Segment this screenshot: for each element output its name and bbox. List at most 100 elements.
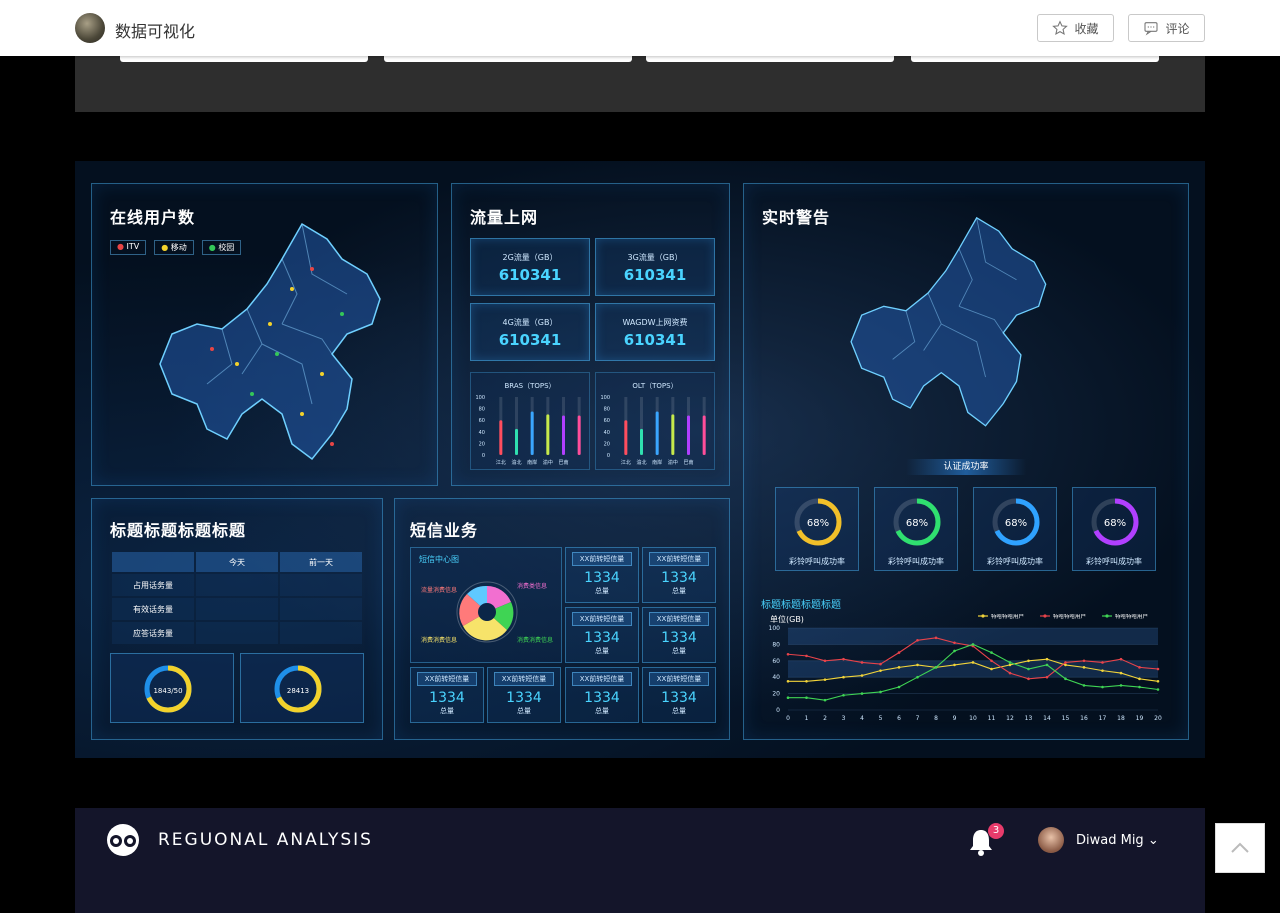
donut-card: 28413: [240, 653, 364, 723]
line-xtick: 9: [953, 715, 957, 722]
bras-chart: BRAS（TOPS） 100 80 60 40 20 0 江北 渝北 南岸 渝中 巴南: [470, 372, 590, 470]
donut-card: 1843/50: [110, 653, 234, 723]
alerts-panel: 实时警告 认证成功率 68% 彩铃呼叫成功率 68% 彩铃呼叫成功率 68% 彩…: [743, 183, 1189, 740]
table-cell: [196, 574, 278, 596]
preview-card: [646, 56, 894, 62]
star-icon: [1052, 20, 1069, 35]
favorite-label: 收藏: [1074, 21, 1099, 36]
bar-xtick: 江北: [621, 459, 631, 466]
preview-card: [911, 56, 1159, 62]
series-point: [805, 654, 808, 658]
bar-ytick: 60: [604, 418, 610, 424]
sms-stat-card: XX前转短信量 1334 总量: [565, 667, 639, 723]
series-point: [1008, 663, 1012, 667]
line-xtick: 17: [1099, 715, 1107, 722]
series-point: [897, 666, 901, 669]
series-point: [1082, 659, 1086, 663]
bar: [655, 411, 659, 455]
bras-bar-chart: 100 80 60 40 20 0 江北 渝北 南岸 渝中 巴南: [475, 395, 581, 466]
rate-value: 68%: [1005, 518, 1027, 529]
line-xtick: 10: [969, 715, 977, 722]
line-chart: 0204060801000 1 2 3 4 5 6 7 8 9 10 11 12 13 14 15 16 17 18…: [769, 614, 1162, 722]
series-point: [916, 639, 919, 642]
series-point: [1119, 684, 1123, 687]
line-xtick: 19: [1136, 715, 1144, 722]
legend-dot: [1043, 614, 1047, 618]
series-point: [786, 652, 790, 656]
line-xtick: 4: [860, 715, 864, 722]
bar-xtick: 巴南: [683, 459, 693, 466]
series-point: [971, 661, 975, 664]
sms-panel: 短信业务 短信中心图 流量消费信息 消费类信息 消费消费信息 消费消费信息 XX…: [394, 498, 730, 740]
series-point: [1045, 675, 1049, 679]
user-avatar[interactable]: [1038, 827, 1064, 853]
series-point: [1138, 666, 1141, 669]
stat-4g: 4G流量（GB） 610341: [470, 303, 590, 361]
sms-stat-card: XX前转短信量 1334 总量: [487, 667, 561, 723]
series-point: [990, 659, 993, 663]
line-xtick: 14: [1043, 715, 1051, 722]
line-xtick: 6: [897, 715, 901, 722]
sms-stat-card: XX前转短信量 1334 总量: [565, 607, 639, 663]
bar-xtick: 渝北: [511, 459, 521, 466]
series-point: [879, 669, 882, 672]
series-point: [860, 674, 864, 677]
table-row: 应答话务量: [112, 622, 362, 644]
sms-center-card: 短信中心图 流量消费信息 消费类信息 消费消费信息 消费消费信息: [410, 547, 562, 663]
series-point: [1027, 659, 1030, 663]
series-point: [1138, 685, 1141, 689]
favorite-button[interactable]: 收藏: [1037, 14, 1114, 42]
user-menu[interactable]: Diwad Mig ⌄: [1076, 833, 1159, 848]
line-xtick: 18: [1117, 715, 1125, 722]
next-image-app-header: REGUONAL ANALYSIS 3 Diwad Mig ⌄: [75, 808, 1205, 913]
series-point: [1138, 677, 1141, 681]
page-title: 数据可视化: [115, 22, 196, 41]
legend-label: 特哈特哈用户: [1053, 614, 1086, 620]
donut-ring: 28413: [274, 665, 322, 713]
series-point: [1119, 671, 1123, 675]
series-point: [1027, 677, 1030, 681]
bar-ytick: 80: [479, 407, 485, 413]
series-point: [1101, 661, 1104, 664]
rate-label: 彩铃呼叫成功率: [789, 557, 845, 566]
bar-ytick: 0: [607, 453, 610, 459]
stat-wagdw: WAGDW上网资费 610341: [595, 303, 715, 361]
band: [788, 628, 1158, 645]
series-point: [842, 657, 845, 661]
table-cell: [280, 598, 362, 620]
owl-logo-icon: [107, 824, 139, 856]
comment-button[interactable]: 评论: [1128, 14, 1205, 42]
series-point: [823, 659, 827, 663]
bar-ytick: 100: [475, 395, 485, 401]
line-xtick: 8: [934, 715, 938, 722]
series-point: [1082, 684, 1086, 687]
bar: [546, 414, 550, 455]
line-xtick: 15: [1062, 715, 1070, 722]
comment-icon: [1144, 22, 1159, 36]
online-users-panel: 在线用户数 ● ITV ● 移动 ● 校园: [91, 183, 438, 486]
bar: [702, 415, 706, 455]
bar-ytick: 80: [604, 407, 610, 413]
bar: [577, 415, 581, 455]
series-point: [897, 685, 901, 689]
rate-label: 彩铃呼叫成功率: [987, 557, 1043, 566]
series-point: [1064, 661, 1067, 664]
series-point: [990, 651, 993, 654]
back-to-top-button[interactable]: [1215, 823, 1265, 873]
series-point: [842, 675, 845, 679]
series-point: [1064, 677, 1067, 681]
user-name: Diwad Mig: [1076, 833, 1144, 848]
olt-chart: OLT（TOPS） 100 80 60 40 20 0 江北 渝北 南岸 渝中 巴南: [595, 372, 715, 470]
series-point: [1119, 657, 1123, 661]
rate-label: 彩铃呼叫成功率: [1086, 557, 1142, 566]
author-avatar[interactable]: [75, 13, 105, 43]
notification-button[interactable]: 3: [968, 823, 1004, 860]
traffic-table: 今天 前一天 占用话务量 有效话务量 应答话务量: [110, 550, 364, 646]
series-point: [1045, 657, 1049, 661]
line-xtick: 13: [1025, 715, 1033, 722]
line-xtick: 1: [805, 715, 809, 722]
bar: [515, 428, 518, 455]
line-xtick: 0: [786, 715, 790, 722]
rate-value: 68%: [906, 518, 928, 529]
stat-3g: 3G流量（GB） 610341: [595, 238, 715, 296]
